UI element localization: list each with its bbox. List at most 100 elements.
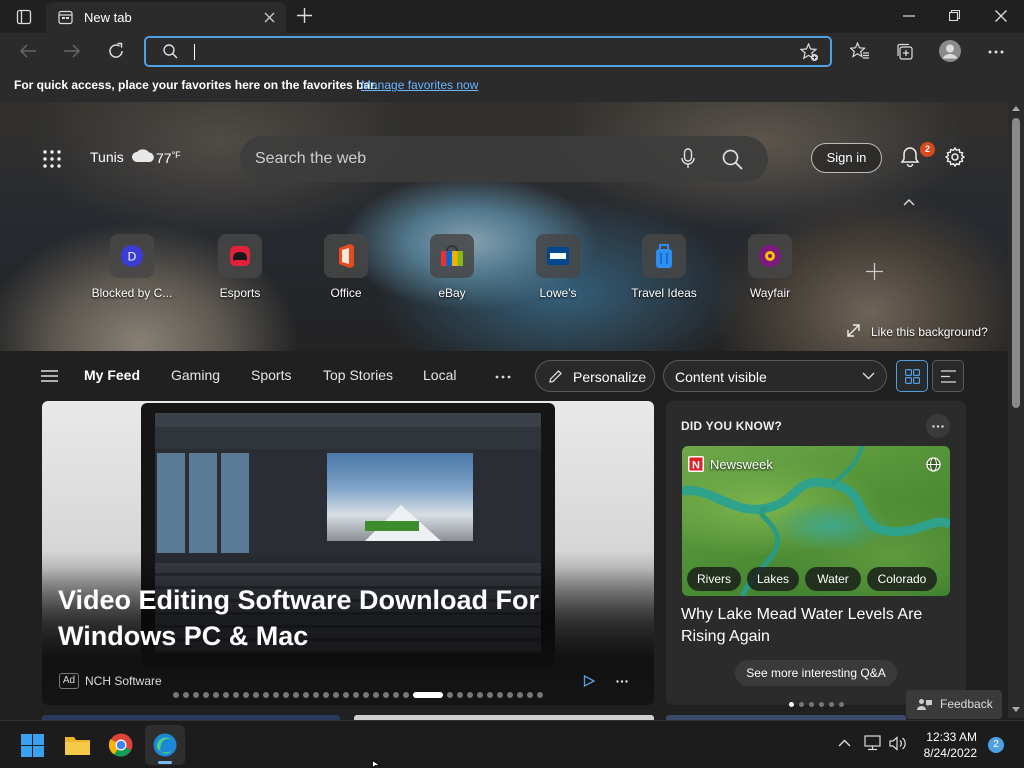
quick-link-office[interactable]: Office bbox=[291, 232, 401, 300]
close-window-icon[interactable] bbox=[995, 10, 1007, 22]
windows-start-icon[interactable] bbox=[21, 734, 44, 757]
back-arrow-icon[interactable] bbox=[19, 43, 37, 59]
globe-icon[interactable] bbox=[926, 457, 941, 472]
lake-aerial-image[interactable]: N Newsweek Rivers Lakes Water Colorado bbox=[682, 446, 950, 596]
scroll-up-arrow-icon[interactable] bbox=[1012, 106, 1020, 111]
scroll-down-arrow-icon[interactable] bbox=[1012, 707, 1020, 712]
quick-link-esports[interactable]: Esports bbox=[185, 232, 295, 300]
web-search-box[interactable]: Search the web bbox=[240, 136, 768, 182]
tab-local[interactable]: Local bbox=[423, 367, 456, 383]
like-background-link[interactable]: Like this background? bbox=[871, 325, 988, 339]
quick-link-ebay[interactable]: eBay bbox=[397, 232, 507, 300]
blocked-site-icon: D bbox=[110, 234, 154, 278]
web-search-placeholder: Search the web bbox=[255, 150, 367, 167]
forward-arrow-icon[interactable] bbox=[63, 43, 81, 59]
refresh-icon[interactable] bbox=[107, 42, 125, 60]
tab-new-tab[interactable]: New tab bbox=[46, 2, 286, 33]
more-tabs-icon[interactable] bbox=[495, 375, 511, 379]
manage-favorites-link[interactable]: Manage favorites now bbox=[361, 78, 478, 92]
featured-ad-card[interactable]: Video Editing Software Download For Wind… bbox=[42, 401, 654, 705]
quick-link-label: Wayfair bbox=[749, 286, 791, 300]
quick-link-blocked[interactable]: D Blocked by C... bbox=[77, 232, 187, 300]
quick-link-label: Office bbox=[330, 286, 362, 300]
quick-link-wayfair[interactable]: Wayfair bbox=[715, 232, 825, 300]
side-pagination[interactable] bbox=[789, 694, 849, 712]
favorites-icon[interactable] bbox=[850, 42, 870, 60]
expand-background-icon[interactable] bbox=[847, 324, 860, 337]
card-more-options-icon[interactable] bbox=[616, 680, 628, 683]
tag-rivers[interactable]: Rivers bbox=[687, 567, 741, 591]
svg-text:D: D bbox=[128, 250, 137, 264]
quick-link-travel[interactable]: Travel Ideas bbox=[609, 232, 719, 300]
chrome-icon[interactable] bbox=[109, 733, 133, 757]
svg-text:N: N bbox=[692, 460, 700, 472]
tab-gaming[interactable]: Gaming bbox=[171, 367, 220, 383]
app-launcher-icon[interactable] bbox=[43, 150, 61, 168]
add-quick-link-plus-icon[interactable] bbox=[866, 263, 883, 280]
web-search-icon[interactable] bbox=[722, 149, 743, 170]
more-options-icon bbox=[932, 425, 944, 428]
edge-taskbar-button[interactable] bbox=[145, 725, 185, 765]
quick-link-lowes[interactable]: Lowe's bbox=[503, 232, 613, 300]
quick-link-label: eBay bbox=[438, 286, 466, 300]
feed-menu-hamburger-icon[interactable] bbox=[41, 370, 58, 382]
collections-icon[interactable] bbox=[895, 42, 914, 61]
content-visibility-value: Content visible bbox=[675, 369, 767, 385]
did-you-know-card: DID YOU KNOW? N Newsweek Rivers Lakes Wa… bbox=[666, 401, 966, 707]
search-icon bbox=[163, 44, 178, 59]
carousel-pagination[interactable] bbox=[173, 692, 547, 698]
esports-controller-icon bbox=[218, 234, 262, 278]
list-view-button[interactable] bbox=[932, 360, 964, 392]
tag-colorado[interactable]: Colorado bbox=[867, 567, 937, 591]
close-tab-icon[interactable] bbox=[264, 12, 275, 23]
restore-icon[interactable] bbox=[949, 10, 960, 21]
content-visibility-dropdown[interactable]: Content visible bbox=[663, 360, 887, 392]
personalize-label: Personalize bbox=[573, 369, 647, 385]
personalize-button[interactable]: Personalize bbox=[535, 360, 655, 392]
sign-in-button[interactable]: Sign in bbox=[811, 143, 882, 173]
side-headline[interactable]: Why Lake Mead Water Levels Are Rising Ag… bbox=[681, 604, 951, 648]
weather-city[interactable]: Tunis bbox=[90, 149, 124, 165]
hero-background: Tunis 77°F Search the web Sign in 2 D Bl… bbox=[0, 102, 1008, 351]
file-explorer-icon[interactable] bbox=[65, 734, 90, 756]
weather-temperature[interactable]: 77°F bbox=[156, 150, 181, 166]
active-app-indicator bbox=[158, 761, 172, 764]
feedback-icon bbox=[917, 698, 932, 711]
tag-water[interactable]: Water bbox=[805, 567, 861, 591]
pencil-icon bbox=[548, 369, 563, 384]
address-bar[interactable] bbox=[144, 36, 832, 67]
volume-icon[interactable] bbox=[889, 736, 908, 751]
notifications-bell-icon[interactable] bbox=[900, 146, 920, 167]
network-icon[interactable] bbox=[864, 735, 881, 751]
tab-actions-icon[interactable] bbox=[16, 9, 32, 25]
notification-center-badge[interactable]: 2 bbox=[988, 737, 1004, 753]
new-tab-plus-icon[interactable] bbox=[297, 8, 312, 23]
section-more-button[interactable] bbox=[926, 414, 950, 438]
grid-view-button[interactable] bbox=[896, 360, 928, 392]
profile-avatar-icon[interactable] bbox=[939, 40, 961, 62]
microphone-icon[interactable] bbox=[681, 148, 695, 170]
new-tab-page-icon bbox=[58, 10, 73, 25]
settings-and-more-icon[interactable] bbox=[988, 50, 1004, 54]
feed-navigation: My Feed Gaming Sports Top Stories Local … bbox=[0, 351, 1008, 401]
grid-view-icon bbox=[905, 369, 920, 384]
quick-link-label: Lowe's bbox=[539, 286, 577, 300]
wayfair-logo-icon bbox=[748, 234, 792, 278]
tab-my-feed[interactable]: My Feed bbox=[84, 367, 140, 383]
adchoices-play-icon[interactable] bbox=[583, 675, 595, 687]
notification-count-badge: 2 bbox=[920, 142, 935, 157]
page-settings-gear-icon[interactable] bbox=[945, 147, 965, 167]
tab-top-stories[interactable]: Top Stories bbox=[323, 367, 393, 383]
clock-time[interactable]: 12:33 AM bbox=[919, 730, 977, 744]
show-hidden-icons-chevron-icon[interactable] bbox=[838, 739, 851, 747]
minimize-icon[interactable] bbox=[903, 15, 915, 17]
clock-date[interactable]: 8/24/2022 bbox=[919, 746, 977, 760]
see-more-button[interactable]: See more interesting Q&A bbox=[735, 660, 897, 686]
tab-sports[interactable]: Sports bbox=[251, 367, 291, 383]
collapse-chevron-up-icon[interactable] bbox=[903, 198, 915, 206]
feedback-button[interactable]: Feedback bbox=[906, 690, 1002, 719]
tag-lakes[interactable]: Lakes bbox=[747, 567, 799, 591]
add-favorite-star-icon[interactable] bbox=[800, 43, 819, 62]
featured-headline[interactable]: Video Editing Software Download For Wind… bbox=[58, 582, 578, 654]
scrollbar-thumb[interactable] bbox=[1012, 118, 1020, 408]
